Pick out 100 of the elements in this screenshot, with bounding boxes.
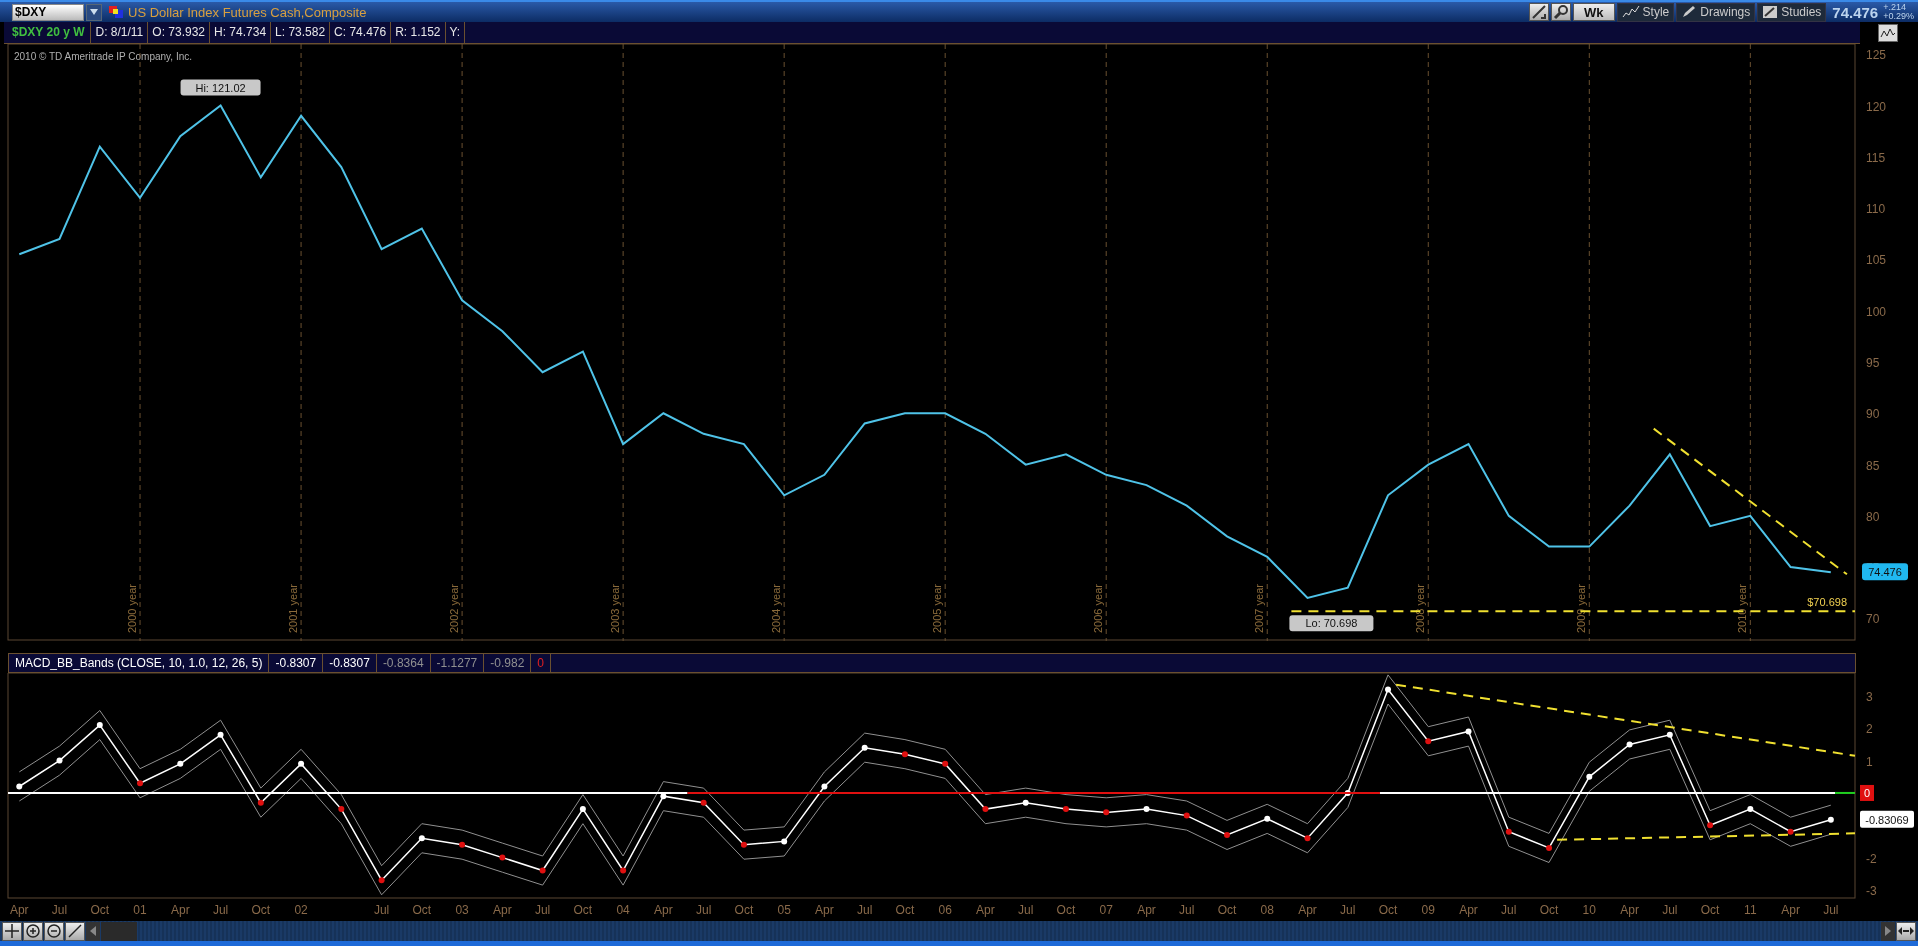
data-point	[378, 877, 385, 884]
quote-field: D: 8/1/11	[91, 22, 149, 43]
scroll-left-button[interactable]	[86, 921, 100, 941]
date-axis-label: Oct	[734, 903, 754, 917]
data-point	[982, 806, 989, 813]
date-axis-label: Oct	[895, 903, 915, 917]
crosshair-button[interactable]	[2, 921, 22, 941]
data-point	[1062, 806, 1069, 813]
studies-button[interactable]: Studies	[1757, 2, 1827, 22]
data-point	[1747, 806, 1754, 813]
date-axis-label: 03	[455, 903, 469, 917]
date-axis-label: Oct	[412, 903, 432, 917]
data-point	[1586, 773, 1593, 780]
price-axis-label: 110	[1866, 202, 1886, 217]
data-point	[1183, 812, 1190, 819]
trend-line-drawing[interactable]	[1556, 832, 1856, 841]
data-point	[1787, 828, 1794, 835]
data-point	[499, 854, 506, 861]
date-axis-label: Jul	[695, 903, 712, 917]
data-point	[257, 799, 264, 806]
price-axis-label: 90	[1866, 407, 1880, 422]
date-axis-label: 09	[1421, 903, 1435, 917]
price-axis-label: 125	[1866, 48, 1887, 63]
price-axis-label: 120	[1866, 99, 1887, 114]
study-value: -0.8364	[376, 654, 431, 672]
zoom-in-button[interactable]	[23, 921, 43, 941]
data-point	[901, 751, 908, 758]
study-axis-label: -3	[1866, 883, 1877, 898]
chart-mode-button[interactable]	[1878, 24, 1898, 42]
crosshair-icon	[5, 924, 19, 938]
data-point	[418, 835, 425, 842]
data-point	[781, 838, 788, 845]
data-point	[1224, 832, 1230, 838]
date-axis-label: 04	[616, 903, 630, 917]
caret-icon	[89, 8, 99, 16]
data-point	[96, 722, 103, 729]
trend-line-drawing[interactable]	[1652, 427, 1848, 576]
study-axis-label: 3	[1866, 689, 1873, 704]
right-arrow-icon	[1885, 926, 1891, 936]
date-axis-label: Jul	[373, 903, 390, 917]
data-point	[1546, 844, 1553, 851]
date-axis-label: Jul	[1340, 903, 1356, 917]
percent-change: +0.29%	[1883, 12, 1914, 21]
data-point	[1465, 728, 1472, 735]
date-axis-label: Oct	[1700, 903, 1720, 917]
date-axis-label: Jul	[534, 903, 551, 917]
date-axis-label: 10	[1582, 903, 1596, 917]
data-point	[1827, 816, 1834, 823]
data-point	[1626, 741, 1633, 748]
date-axis-label: Jul	[212, 903, 229, 917]
quote-field: R: 1.152	[391, 22, 446, 43]
price-axis-label: 70	[1866, 612, 1880, 627]
data-point	[1304, 835, 1311, 842]
date-axis-label: Jul	[1662, 903, 1678, 917]
draw-line-button[interactable]	[65, 921, 85, 941]
price-axis-label: 85	[1866, 458, 1880, 473]
data-point	[459, 841, 466, 848]
zoom-out-button[interactable]	[44, 921, 64, 941]
date-axis-label: Oct	[90, 903, 110, 917]
symbol-field[interactable]: $DXY	[12, 3, 84, 21]
year-marker-label: 2004 year	[770, 584, 783, 633]
year-marker-label: 2008 year	[1414, 584, 1427, 633]
drawings-button[interactable]: Drawings	[1676, 2, 1756, 22]
style-button[interactable]: Style	[1616, 2, 1675, 22]
year-marker-label: 2003 year	[609, 584, 622, 633]
date-axis-label: 11	[1744, 903, 1757, 917]
date-axis-label: 05	[777, 903, 791, 917]
data-point	[942, 760, 949, 767]
date-axis-label: Oct	[1056, 903, 1076, 917]
study-value: -0.8307	[269, 654, 324, 672]
line-chart-icon	[1621, 5, 1640, 19]
quote-field: C: 74.476	[330, 22, 392, 43]
price-axis-label: 80	[1866, 509, 1880, 524]
net-change: +.214	[1883, 3, 1907, 12]
date-axis-label: Jul	[1179, 903, 1195, 917]
expand-button[interactable]	[1896, 921, 1916, 941]
symbol-dropdown-button[interactable]	[86, 3, 102, 21]
study-axis-label: 2	[1866, 722, 1873, 737]
data-point	[1022, 799, 1029, 806]
date-axis-label: Apr	[493, 903, 512, 917]
quote-field: Y:	[445, 22, 466, 43]
date-axis-label: Apr	[1620, 903, 1639, 917]
year-marker-label: 2010 year	[1736, 584, 1749, 633]
date-axis-label: Jul	[1823, 903, 1839, 917]
data-point	[620, 867, 627, 874]
quote-field: O: 73.932	[148, 22, 210, 43]
quote-field: H: 74.734	[210, 22, 272, 43]
crosshair-settings-button[interactable]	[1529, 3, 1550, 21]
data-point	[1103, 809, 1110, 816]
date-axis-label: 01	[133, 903, 147, 917]
scrollbar-thumb[interactable]	[101, 921, 137, 941]
quote-field: L: 73.582	[271, 22, 331, 43]
date-axis-label: Apr	[1137, 903, 1156, 917]
study-title[interactable]: MACD_BB_Bands (CLOSE, 10, 1.0, 12, 26, 5)	[9, 654, 270, 672]
data-point	[298, 760, 305, 767]
link-icon[interactable]	[108, 5, 124, 19]
scroll-right-button[interactable]	[1881, 921, 1895, 941]
period-button[interactable]: Wk	[1573, 3, 1615, 21]
studies-icon	[1762, 5, 1779, 19]
trend-line-drawing[interactable]	[1395, 683, 1856, 757]
